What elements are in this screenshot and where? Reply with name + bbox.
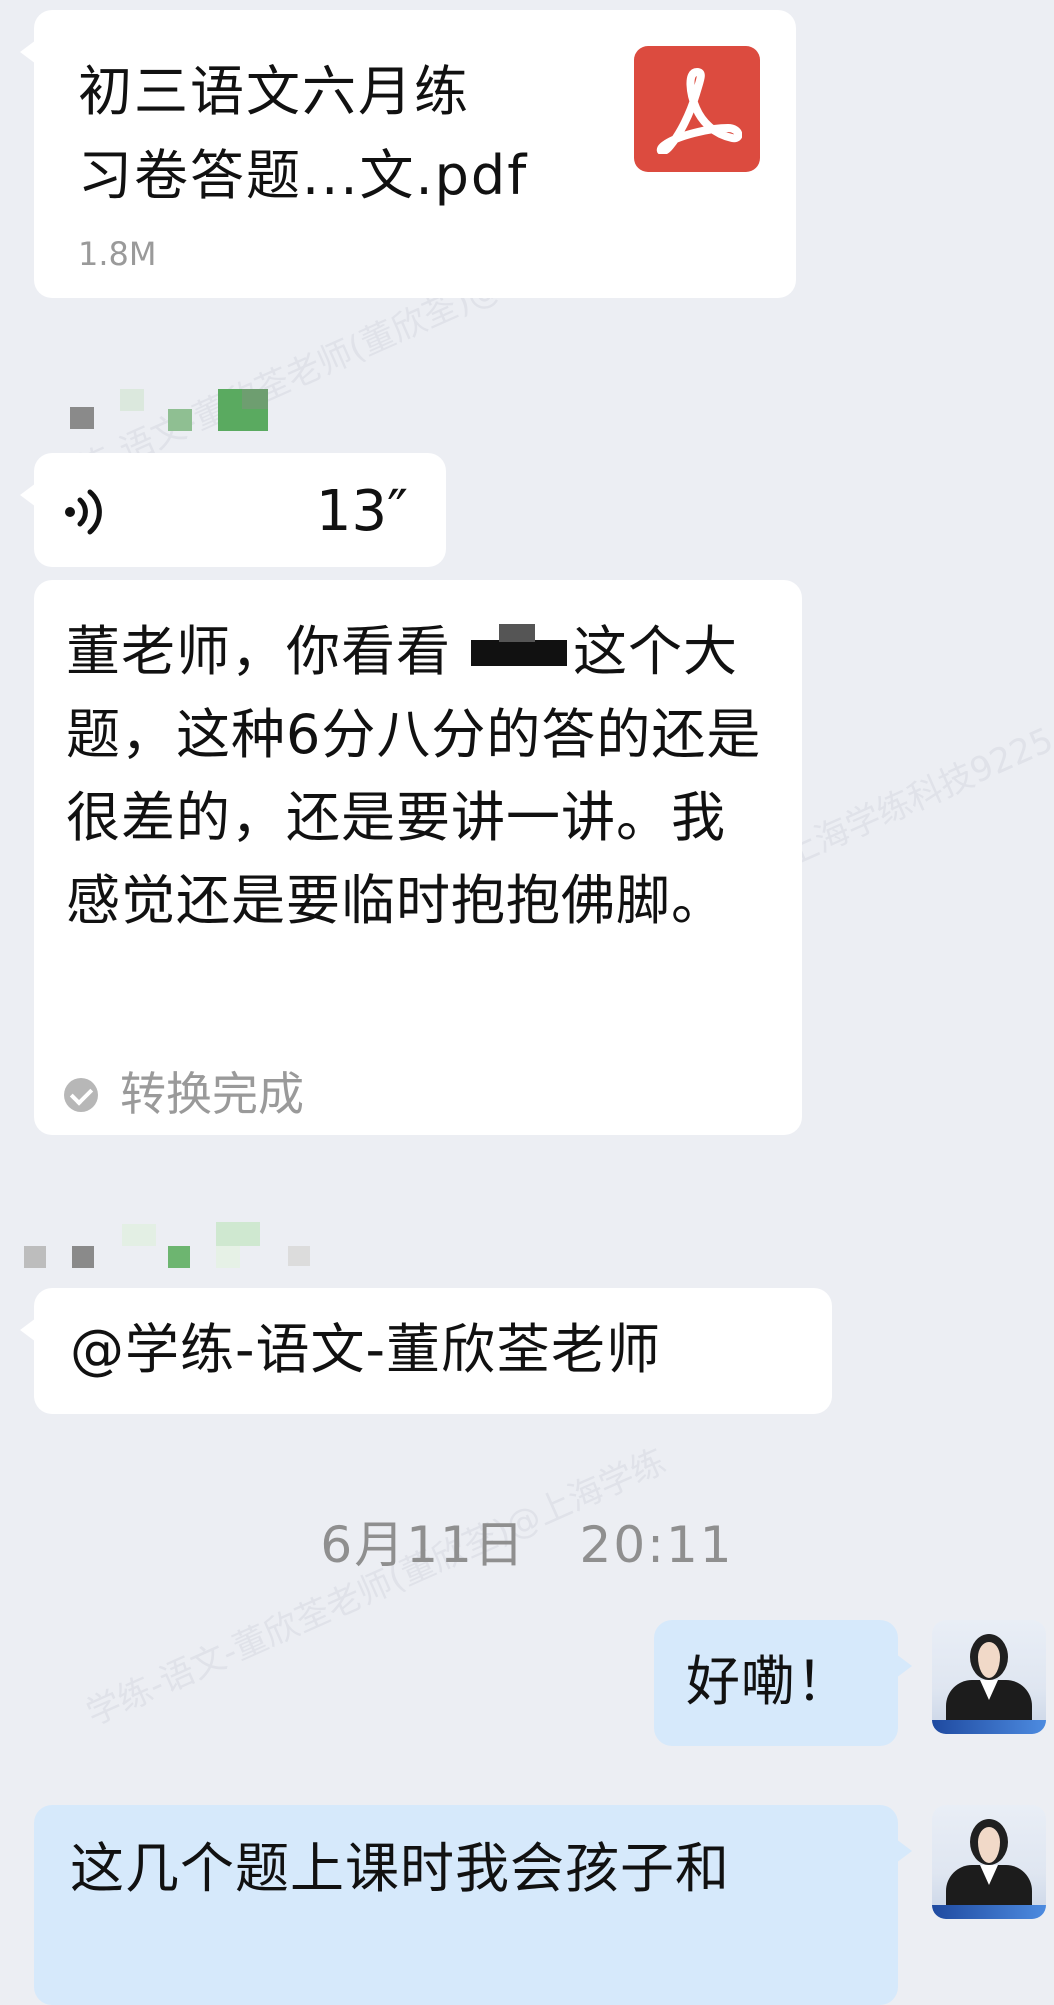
- voice-message[interactable]: 13″: [20, 453, 446, 567]
- sender-name-pixelated: [24, 1220, 324, 1270]
- watermark-text: 学练-语文-董欣荃老师(董欣荃)@上海学练: [80, 1441, 672, 1734]
- file-name-line: 初三语文六月练: [78, 60, 470, 123]
- convert-status-label: 转换完成: [120, 1067, 304, 1121]
- transcript-text: 董老师，你看看 这个大题，这种6分八分的答的还是很差的，还是要讲一讲。我感觉还是要…: [66, 610, 776, 942]
- avatar-name-band: [932, 1905, 1046, 1919]
- message-text: 好嘞！: [686, 1650, 851, 1713]
- redaction-block: [471, 624, 567, 667]
- transcript-text-part: 董老师，你看看: [66, 620, 451, 683]
- voice-duration: 13″: [315, 479, 408, 544]
- voice-transcript[interactable]: 董老师，你看看 这个大题，这种6分八分的答的还是很差的，还是要讲一讲。我感觉还是要…: [34, 580, 802, 1135]
- mention-message[interactable]: @学练-语文-董欣荃老师: [20, 1288, 832, 1414]
- avatar[interactable]: [932, 1620, 1046, 1734]
- file-message-card[interactable]: 初三语文六月练 习卷答题...文.pdf 1.8M: [20, 10, 796, 298]
- sender-name-pixelated: [70, 385, 270, 435]
- outgoing-message[interactable]: 这几个题上课时我会孩子和: [34, 1805, 912, 2005]
- file-size: 1.8M: [78, 235, 157, 273]
- voice-wave-icon: [62, 487, 112, 541]
- check-circle-icon: [64, 1078, 98, 1112]
- message-text: 这几个题上课时我会孩子和: [70, 1837, 730, 1900]
- file-name: 初三语文六月练 习卷答题...文.pdf: [78, 50, 598, 218]
- avatar-head: [970, 1819, 1008, 1865]
- convert-status: 转换完成: [64, 1058, 304, 1124]
- avatar-name-band: [932, 1720, 1046, 1734]
- pdf-icon: [634, 46, 760, 172]
- mention-text: @学练-语文-董欣荃老师: [70, 1318, 661, 1381]
- chat-timestamp: 6月11日 20:11: [320, 1516, 734, 1574]
- avatar-head: [970, 1634, 1008, 1680]
- file-name-line: 习卷答题...文.pdf: [78, 144, 529, 207]
- avatar[interactable]: [932, 1805, 1046, 1919]
- outgoing-message[interactable]: 好嘞！: [654, 1620, 912, 1746]
